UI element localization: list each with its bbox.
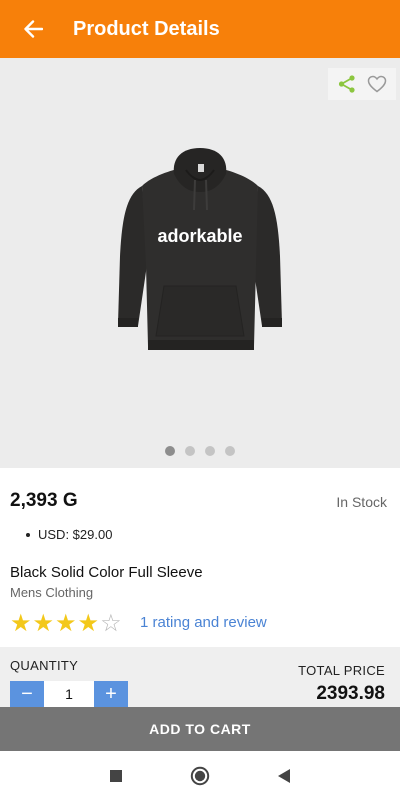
usd-price: USD: $29.00 [25, 527, 113, 542]
product-image: adorkable [118, 148, 282, 350]
nav-back-button[interactable] [242, 751, 326, 800]
quantity-value[interactable]: 1 [44, 681, 94, 707]
product-price: 2,393 G [10, 490, 78, 511]
recent-apps-button[interactable] [74, 751, 158, 800]
product-image-gallery[interactable]: adorkable [0, 58, 400, 468]
total-price-value: 2393.98 [316, 683, 385, 704]
heart-outline-icon[interactable] [367, 75, 387, 93]
recent-apps-icon [110, 769, 122, 782]
arrow-left-icon [24, 20, 43, 38]
page-title: Product Details [73, 17, 220, 40]
decrease-quantity-button[interactable]: − [10, 681, 44, 707]
add-to-cart-button[interactable]: ADD TO CART [0, 707, 400, 751]
purchase-panel: QUANTITY − 1 + TOTAL PRICE 2393.98 [0, 647, 400, 707]
star-filled-icon: ★ [55, 610, 77, 637]
home-icon [190, 766, 210, 785]
stock-status: In Stock [336, 494, 387, 510]
app-bar: Product Details [0, 0, 400, 58]
product-name: Black Solid Color Full Sleeve [10, 564, 203, 581]
share-icon[interactable] [337, 74, 357, 94]
hoodie-print-text: adorkable [157, 226, 242, 246]
quantity-stepper: − 1 + [10, 681, 128, 707]
star-empty-icon: ☆ [100, 610, 122, 637]
star-filled-icon: ★ [10, 610, 32, 637]
total-price-label: TOTAL PRICE [298, 663, 385, 678]
star-filled-icon: ★ [32, 610, 55, 637]
back-button[interactable] [0, 0, 66, 58]
pager-dot[interactable] [185, 446, 195, 456]
back-triangle-icon [278, 768, 290, 783]
quantity-label: QUANTITY [10, 658, 79, 673]
rating-review-link[interactable]: 1 rating and review [140, 614, 267, 631]
home-button[interactable] [158, 751, 242, 800]
pager-dot[interactable] [165, 446, 175, 456]
image-actions [328, 68, 396, 100]
rating-stars: ★ ★ ★ ★ ☆ [10, 612, 122, 636]
increase-quantity-button[interactable]: + [94, 681, 128, 707]
product-category: Mens Clothing [10, 585, 94, 600]
star-filled-icon: ★ [77, 610, 100, 637]
pager-dot[interactable] [225, 446, 235, 456]
image-pager-dots [0, 446, 400, 456]
pager-dot[interactable] [205, 446, 215, 456]
system-nav-bar [0, 751, 400, 800]
